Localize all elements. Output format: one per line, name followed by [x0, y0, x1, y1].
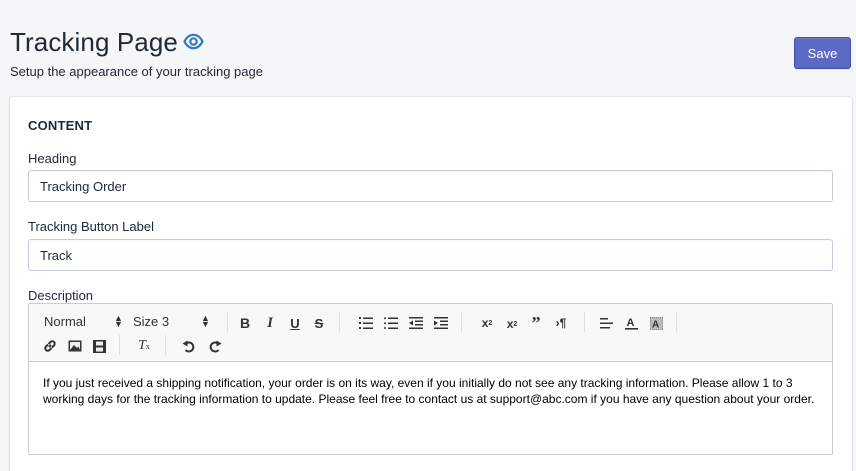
- blockquote-icon[interactable]: ”: [528, 313, 544, 333]
- text-direction-icon[interactable]: ›¶: [552, 313, 570, 333]
- subscript-button[interactable]: x2: [503, 314, 521, 334]
- svg-text:A: A: [652, 319, 659, 330]
- clear-formatting-icon[interactable]: Tx: [135, 336, 153, 356]
- description-text-area[interactable]: If you just received a shipping notifica…: [43, 375, 823, 407]
- bold-button[interactable]: B: [238, 313, 252, 333]
- tracking-button-label-label: Tracking Button Label: [28, 219, 154, 234]
- outdent-icon[interactable]: [408, 313, 424, 333]
- save-button[interactable]: Save: [794, 37, 851, 69]
- toolbar-divider: [584, 312, 585, 332]
- toolbar-divider: [165, 335, 166, 355]
- page-subtitle: Setup the appearance of your tracking pa…: [10, 64, 263, 79]
- undo-icon[interactable]: [181, 336, 197, 356]
- format-select-arrows-icon: ▲ ▼: [114, 313, 123, 329]
- page-title: Tracking Page: [10, 27, 178, 57]
- tracking-button-label-input[interactable]: [28, 239, 833, 271]
- eye-icon[interactable]: [183, 33, 204, 50]
- background-color-icon[interactable]: A: [649, 313, 663, 333]
- redo-icon[interactable]: [207, 336, 223, 356]
- underline-button[interactable]: U: [288, 313, 302, 333]
- description-label: Description: [28, 288, 94, 303]
- italic-button[interactable]: I: [263, 313, 277, 333]
- format-select[interactable]: Normal: [44, 314, 86, 329]
- size-select[interactable]: Size 3: [133, 314, 169, 329]
- unordered-list-icon[interactable]: [383, 313, 399, 333]
- heading-label: Heading: [28, 151, 77, 166]
- content-card: CONTENT Heading Tracking Button Label De…: [10, 97, 852, 471]
- toolbar-divider: [227, 312, 228, 332]
- toolbar-divider: [461, 312, 462, 332]
- toolbar-divider: [119, 335, 120, 355]
- size-select-arrows-icon: ▲ ▼: [201, 313, 210, 329]
- editor-toolbar: Normal ▲ ▼ Size 3 ▲ ▼ B I U S x2 x 2 ” ›…: [29, 304, 832, 362]
- description-editor: Normal ▲ ▼ Size 3 ▲ ▼ B I U S x2 x 2 ” ›…: [28, 303, 833, 455]
- font-color-icon[interactable]: A: [624, 313, 638, 333]
- video-icon[interactable]: [91, 336, 107, 356]
- indent-icon[interactable]: [433, 313, 449, 333]
- image-icon[interactable]: [67, 336, 83, 356]
- heading-input[interactable]: [28, 170, 833, 202]
- link-icon[interactable]: [42, 336, 58, 356]
- superscript-button[interactable]: x2: [478, 313, 496, 333]
- toolbar-divider: [676, 312, 677, 332]
- ordered-list-icon[interactable]: [358, 313, 374, 333]
- toolbar-divider: [339, 312, 340, 332]
- svg-text:A: A: [626, 317, 634, 329]
- align-icon[interactable]: [599, 313, 613, 333]
- strikethrough-button[interactable]: S: [312, 313, 326, 333]
- section-title: CONTENT: [28, 118, 93, 133]
